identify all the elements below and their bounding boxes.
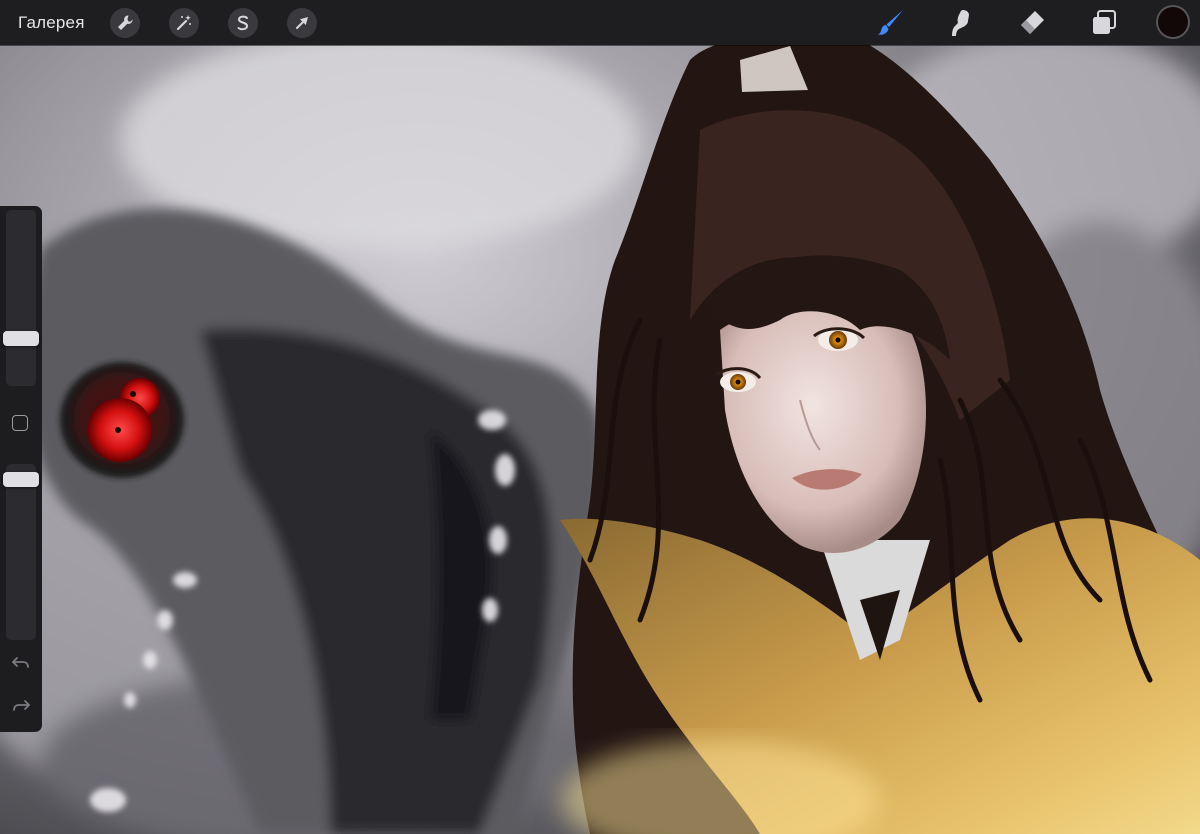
drawing-canvas[interactable] — [0, 0, 1200, 834]
layers-icon — [1093, 10, 1116, 34]
gallery-button[interactable]: Галерея — [18, 12, 85, 34]
modifier-button[interactable] — [12, 415, 28, 431]
selection-s-icon — [237, 15, 249, 31]
brush-icon — [878, 10, 903, 35]
color-picker-button[interactable] — [1158, 7, 1188, 37]
arrow-cursor-icon — [296, 17, 308, 29]
magic-wand-icon — [176, 15, 191, 31]
brush-size-thumb[interactable] — [3, 330, 39, 346]
actions-button[interactable] — [110, 8, 140, 38]
redo-icon — [13, 700, 30, 711]
eraser-icon — [1021, 11, 1044, 34]
brush-size-slider[interactable] — [3, 210, 39, 386]
smudge-icon — [952, 10, 969, 36]
adjustments-button[interactable] — [169, 8, 199, 38]
wrench-icon — [118, 15, 133, 30]
brush-button[interactable] — [875, 7, 907, 39]
artwork — [0, 0, 1200, 834]
layers-button[interactable] — [1088, 7, 1120, 39]
selection-button[interactable] — [228, 8, 258, 38]
smudge-button[interactable] — [945, 7, 977, 39]
brush-opacity-thumb[interactable] — [3, 472, 39, 488]
top-toolbar: Галерея — [0, 0, 1200, 45]
undo-icon — [12, 657, 29, 668]
procreate-app: Галерея — [0, 0, 1200, 834]
eraser-button[interactable] — [1016, 7, 1048, 39]
left-sidebar — [0, 206, 42, 732]
transform-button[interactable] — [287, 8, 317, 38]
redo-button[interactable] — [10, 697, 32, 715]
brush-opacity-slider[interactable] — [3, 464, 39, 640]
undo-button[interactable] — [10, 654, 32, 672]
